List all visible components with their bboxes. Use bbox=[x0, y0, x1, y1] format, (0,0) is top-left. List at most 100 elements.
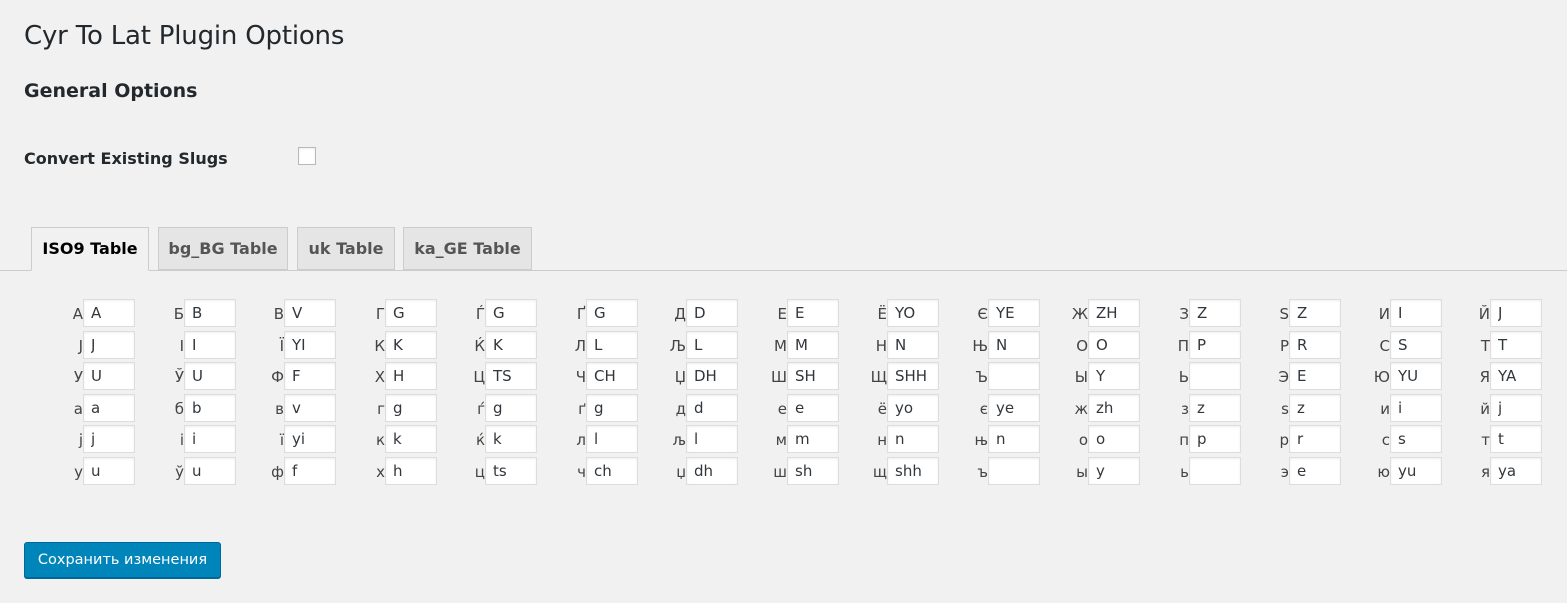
latin-value-input[interactable] bbox=[887, 457, 939, 485]
latin-value-input[interactable] bbox=[1390, 425, 1442, 453]
latin-value-input[interactable] bbox=[1088, 394, 1140, 422]
latin-value-input[interactable] bbox=[385, 362, 437, 390]
latin-value-input[interactable] bbox=[485, 299, 537, 327]
latin-value-input[interactable] bbox=[1390, 299, 1442, 327]
latin-value-input[interactable] bbox=[586, 425, 638, 453]
latin-value-input[interactable] bbox=[988, 331, 1040, 359]
latin-value-input[interactable] bbox=[1490, 299, 1542, 327]
latin-value-input[interactable] bbox=[1289, 362, 1341, 390]
latin-value-input[interactable] bbox=[83, 362, 135, 390]
latin-value-input[interactable] bbox=[686, 299, 738, 327]
latin-value-input[interactable] bbox=[83, 394, 135, 422]
latin-value-input[interactable] bbox=[586, 457, 638, 485]
latin-value-input[interactable] bbox=[1088, 331, 1140, 359]
latin-value-input[interactable] bbox=[184, 457, 236, 485]
latin-value-input[interactable] bbox=[385, 299, 437, 327]
latin-value-input[interactable] bbox=[1289, 425, 1341, 453]
latin-value-input[interactable] bbox=[1189, 425, 1241, 453]
latin-value-input[interactable] bbox=[1189, 394, 1241, 422]
latin-value-input[interactable] bbox=[485, 331, 537, 359]
latin-value-input[interactable] bbox=[686, 457, 738, 485]
latin-value-input[interactable] bbox=[1088, 362, 1140, 390]
cyrillic-letter-label: х bbox=[376, 463, 385, 481]
latin-value-input[interactable] bbox=[887, 299, 939, 327]
latin-value-input[interactable] bbox=[284, 299, 336, 327]
latin-value-input[interactable] bbox=[1490, 457, 1542, 485]
latin-value-input[interactable] bbox=[284, 457, 336, 485]
latin-value-input[interactable] bbox=[184, 425, 236, 453]
latin-value-input[interactable] bbox=[1189, 299, 1241, 327]
latin-value-input[interactable] bbox=[284, 425, 336, 453]
latin-value-input[interactable] bbox=[887, 362, 939, 390]
latin-value-input[interactable] bbox=[1189, 362, 1241, 390]
latin-value-input[interactable] bbox=[988, 457, 1040, 485]
latin-value-input[interactable] bbox=[83, 331, 135, 359]
latin-value-input[interactable] bbox=[1490, 331, 1542, 359]
latin-value-input[interactable] bbox=[787, 457, 839, 485]
latin-value-input[interactable] bbox=[83, 425, 135, 453]
latin-value-input[interactable] bbox=[787, 362, 839, 390]
latin-value-input[interactable] bbox=[887, 425, 939, 453]
latin-value-input[interactable] bbox=[1088, 299, 1140, 327]
latin-value-input[interactable] bbox=[1289, 299, 1341, 327]
latin-value-input[interactable] bbox=[787, 425, 839, 453]
tab-uk[interactable]: uk Table bbox=[297, 227, 395, 270]
latin-value-input[interactable] bbox=[385, 457, 437, 485]
latin-value-input[interactable] bbox=[1289, 331, 1341, 359]
latin-value-input[interactable] bbox=[284, 331, 336, 359]
latin-value-input[interactable] bbox=[1088, 425, 1140, 453]
tab-iso9[interactable]: ISO9 Table bbox=[31, 227, 149, 271]
latin-value-input[interactable] bbox=[485, 425, 537, 453]
latin-value-input[interactable] bbox=[184, 394, 236, 422]
latin-value-input[interactable] bbox=[787, 331, 839, 359]
tab-bg-bg[interactable]: bg_BG Table bbox=[158, 227, 288, 270]
latin-value-input[interactable] bbox=[1390, 362, 1442, 390]
latin-value-input[interactable] bbox=[988, 425, 1040, 453]
latin-value-input[interactable] bbox=[586, 299, 638, 327]
latin-value-input[interactable] bbox=[1289, 394, 1341, 422]
latin-value-input[interactable] bbox=[787, 394, 839, 422]
latin-value-input[interactable] bbox=[385, 394, 437, 422]
latin-value-input[interactable] bbox=[485, 394, 537, 422]
latin-value-input[interactable] bbox=[988, 299, 1040, 327]
latin-value-input[interactable] bbox=[1088, 457, 1140, 485]
latin-value-input[interactable] bbox=[485, 457, 537, 485]
latin-value-input[interactable] bbox=[1490, 425, 1542, 453]
latin-value-input[interactable] bbox=[1390, 457, 1442, 485]
latin-value-input[interactable] bbox=[184, 299, 236, 327]
latin-value-input[interactable] bbox=[586, 331, 638, 359]
latin-value-input[interactable] bbox=[686, 331, 738, 359]
latin-value-input[interactable] bbox=[686, 362, 738, 390]
latin-value-input[interactable] bbox=[1189, 457, 1241, 485]
latin-value-input[interactable] bbox=[184, 362, 236, 390]
latin-value-input[interactable] bbox=[988, 394, 1040, 422]
latin-value-input[interactable] bbox=[887, 394, 939, 422]
latin-value-input[interactable] bbox=[184, 331, 236, 359]
latin-value-input[interactable] bbox=[1490, 394, 1542, 422]
latin-value-input[interactable] bbox=[284, 394, 336, 422]
latin-value-input[interactable] bbox=[787, 299, 839, 327]
latin-value-input[interactable] bbox=[686, 425, 738, 453]
latin-value-input[interactable] bbox=[586, 394, 638, 422]
latin-value-input[interactable] bbox=[1289, 457, 1341, 485]
latin-value-input[interactable] bbox=[83, 299, 135, 327]
latin-value-input[interactable] bbox=[284, 362, 336, 390]
latin-value-input[interactable] bbox=[1189, 331, 1241, 359]
tab-ka-ge[interactable]: ka_GE Table bbox=[403, 227, 532, 270]
latin-value-input[interactable] bbox=[1490, 362, 1542, 390]
latin-value-input[interactable] bbox=[385, 331, 437, 359]
latin-value-input[interactable] bbox=[385, 425, 437, 453]
table-cell: о bbox=[1060, 425, 1140, 455]
latin-value-input[interactable] bbox=[1390, 394, 1442, 422]
latin-value-input[interactable] bbox=[586, 362, 638, 390]
latin-value-input[interactable] bbox=[988, 362, 1040, 390]
convert-existing-slugs-checkbox[interactable] bbox=[298, 147, 316, 165]
latin-value-input[interactable] bbox=[1390, 331, 1442, 359]
latin-value-input[interactable] bbox=[686, 394, 738, 422]
table-cell: Ф bbox=[256, 362, 336, 392]
save-changes-button[interactable]: Сохранить изменения bbox=[24, 542, 221, 578]
table-cell: ф bbox=[256, 457, 336, 487]
latin-value-input[interactable] bbox=[485, 362, 537, 390]
latin-value-input[interactable] bbox=[83, 457, 135, 485]
latin-value-input[interactable] bbox=[887, 331, 939, 359]
